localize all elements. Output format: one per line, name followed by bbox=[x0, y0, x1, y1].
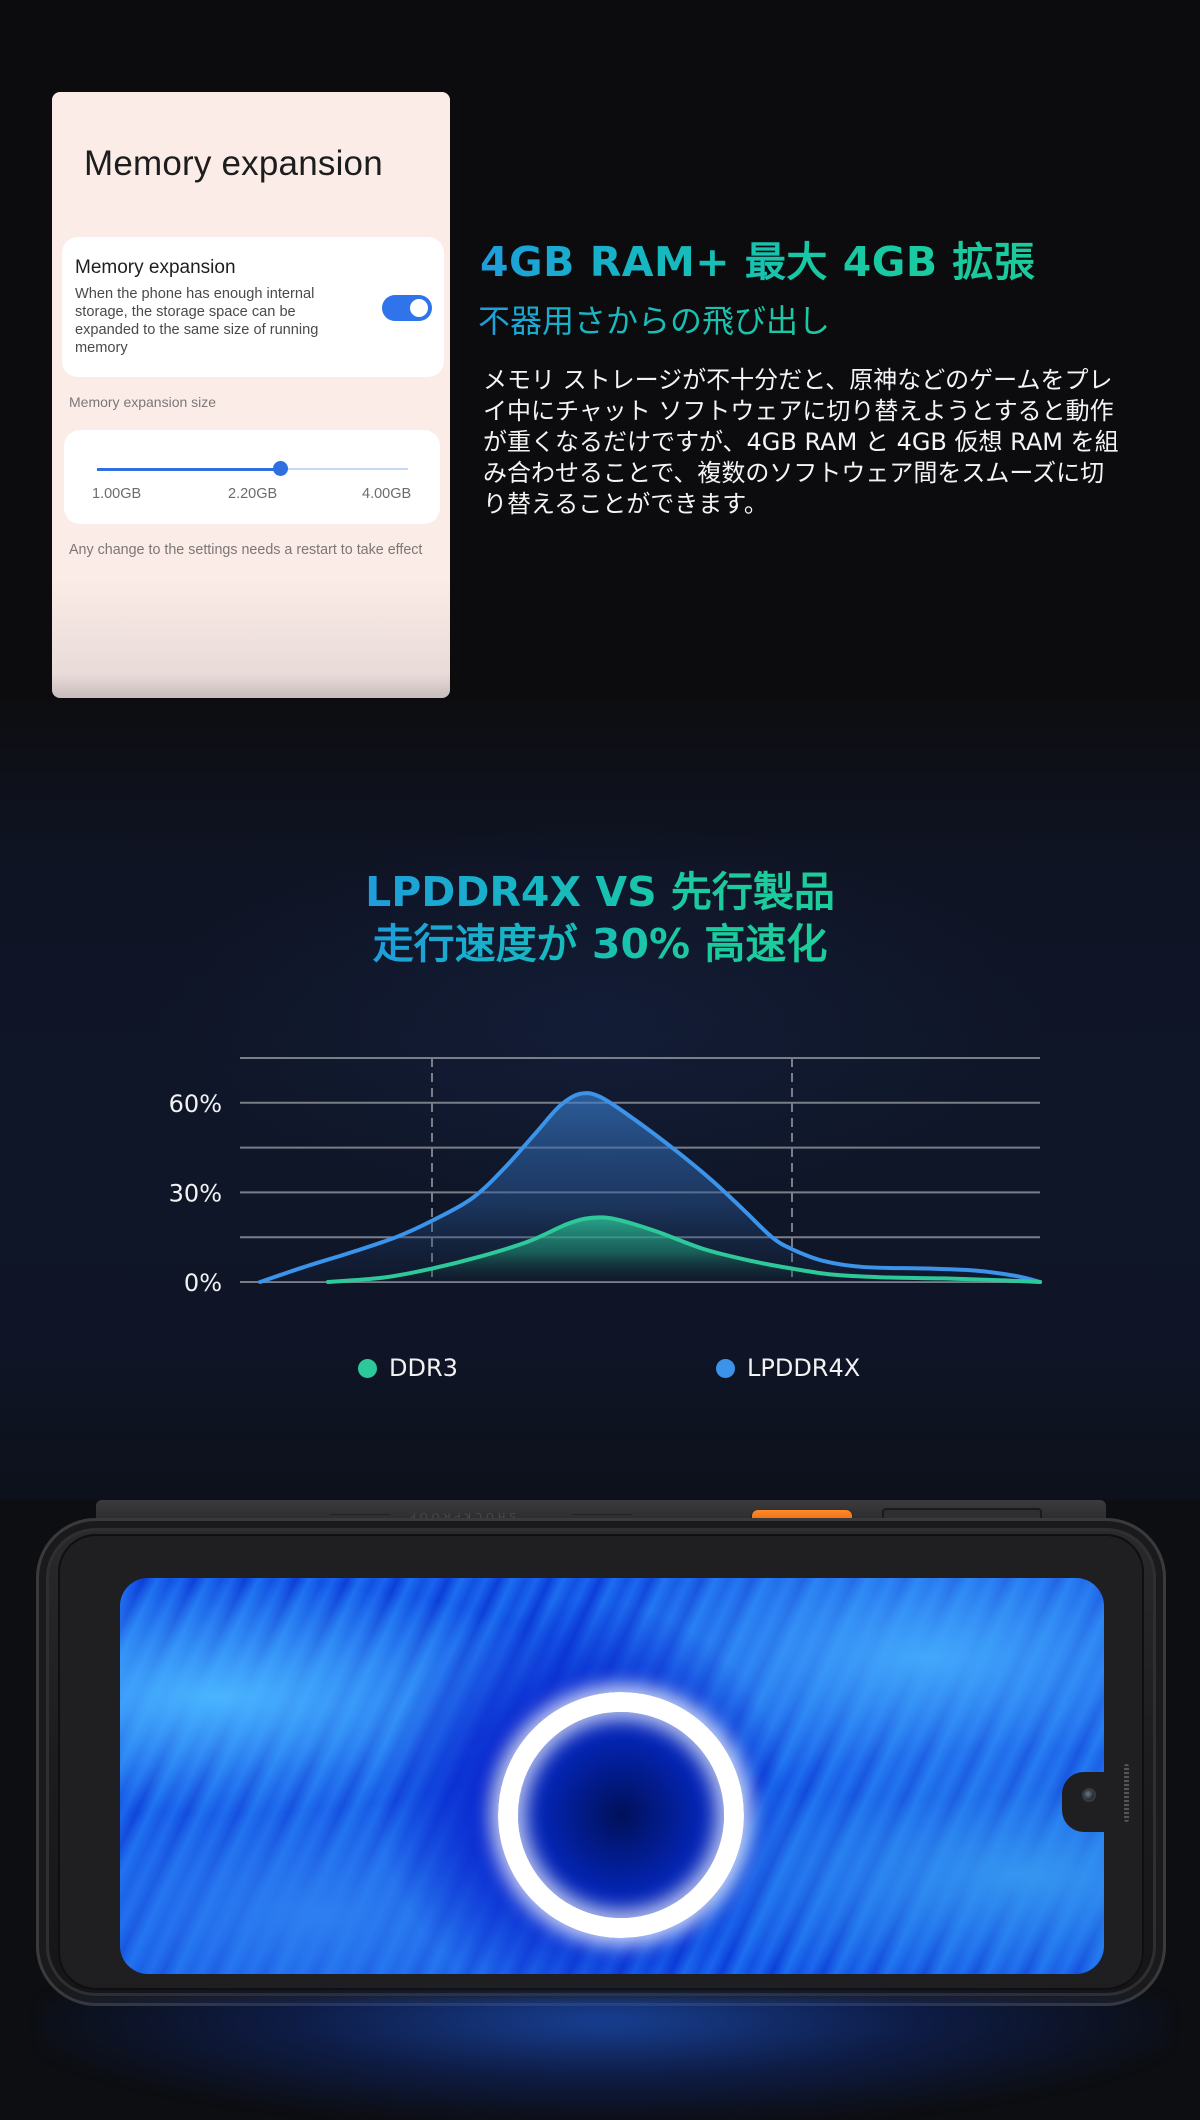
slider-max-label: 4.00GB bbox=[362, 486, 412, 502]
slider-value-label: 2.20GB bbox=[228, 486, 278, 502]
memory-expansion-toggle-card: Memory expansion When the phone has enou… bbox=[62, 237, 444, 377]
chart-title-line1: LPDDR4X VS 先行製品 bbox=[0, 858, 1200, 918]
slider-thumb[interactable] bbox=[273, 461, 289, 476]
slider-fill bbox=[97, 467, 281, 471]
y-tick-label-60: 60% bbox=[169, 1090, 222, 1118]
memory-expansion-settings-screen: Memory expansion Memory expansion When t… bbox=[52, 92, 450, 698]
chart-title-line2: 走行速度が 30% 高速化 bbox=[0, 910, 1200, 970]
legend-dot-ddr3 bbox=[358, 1358, 377, 1378]
headline-body: メモリ ストレージが不十分だと、原神などのゲームをプレイ中にチャット ソフトウェ… bbox=[483, 366, 1119, 518]
headline-title: 4GB RAM+ 最大 4GB 拡張 bbox=[480, 228, 1035, 288]
legend-label-ddr3: DDR3 bbox=[389, 1354, 458, 1382]
legend-item-ddr3: DDR3 bbox=[358, 1354, 458, 1382]
front-camera-icon bbox=[1082, 1788, 1096, 1802]
toggle-knob bbox=[410, 299, 428, 317]
restart-note: Any change to the settings needs a resta… bbox=[69, 542, 423, 558]
headline-subtitle: 不器用さからの飛び出し bbox=[478, 296, 830, 342]
y-tick-label-30: 30% bbox=[169, 1179, 222, 1207]
y-tick-label-0: 0% bbox=[184, 1269, 222, 1297]
memory-speed-chart: 0% 30% 60% bbox=[169, 1057, 1042, 1297]
expansion-size-slider[interactable] bbox=[97, 461, 408, 476]
chart-title-line2-text: 走行速度が 30% 高速化 bbox=[372, 920, 828, 968]
phone-screen-wallpaper bbox=[120, 1578, 1104, 1974]
chart-areas bbox=[260, 1093, 1040, 1282]
memory-expansion-toggle[interactable] bbox=[382, 295, 432, 321]
legend-label-lpddr4x: LPDDR4X bbox=[747, 1354, 861, 1382]
screen-notch bbox=[1062, 1772, 1106, 1832]
earpiece-speaker bbox=[1124, 1764, 1129, 1822]
glowing-ring bbox=[498, 1692, 744, 1938]
toggle-card-description: When the phone has enough internal stora… bbox=[75, 286, 319, 356]
slider-min-label: 1.00GB bbox=[92, 486, 142, 502]
expansion-size-card: 1.00GB 2.20GB 4.00GB bbox=[64, 430, 440, 524]
expansion-size-label: Memory expansion size bbox=[69, 394, 217, 410]
toggle-card-title: Memory expansion bbox=[75, 257, 236, 278]
settings-title: Memory expansion bbox=[84, 144, 383, 183]
floor-reflection bbox=[40, 1996, 1170, 2120]
chart-y-tick-labels: 0% 30% 60% bbox=[169, 1090, 222, 1297]
rugged-phone-render: SHOCKPROOF bbox=[36, 1500, 1166, 2008]
legend-dot-lpddr4x bbox=[716, 1358, 735, 1378]
chart-title-line1-text: LPDDR4X VS 先行製品 bbox=[365, 868, 835, 916]
legend-item-lpddr4x: LPDDR4X bbox=[716, 1354, 860, 1382]
